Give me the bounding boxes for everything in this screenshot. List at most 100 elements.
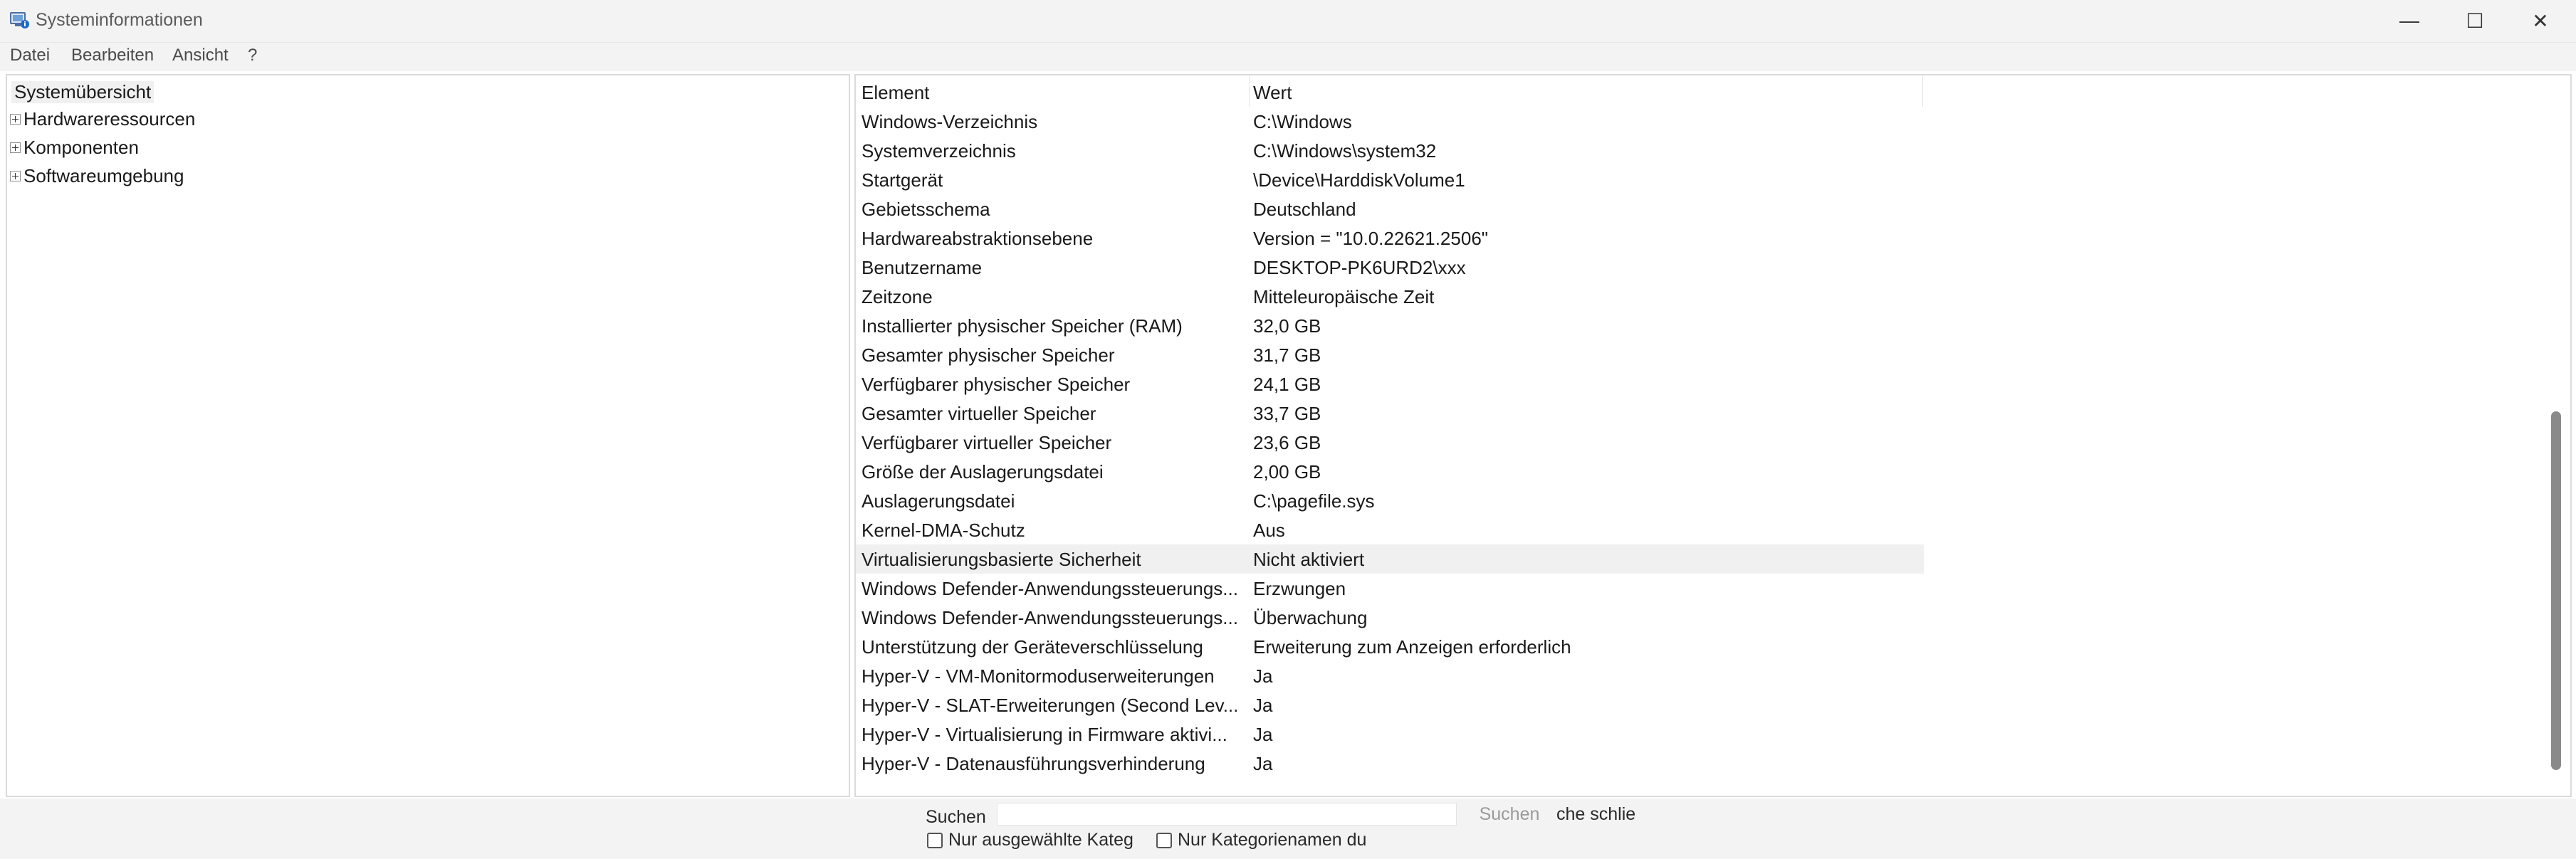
menu-help[interactable]: ?	[248, 46, 257, 65]
expand-icon[interactable]	[10, 114, 21, 125]
cell-value: Ja	[1253, 724, 1273, 745]
column-divider[interactable]	[1922, 75, 1923, 107]
cell-value: 31,7 GB	[1253, 344, 1321, 366]
table-row[interactable]: Hyper-V - VM-Monitormoduserweiterungen Ja	[856, 661, 1924, 690]
table-row[interactable]: Systemverzeichnis C:\Windows\system32	[856, 136, 1924, 165]
scrollbar-thumb[interactable]	[2551, 411, 2561, 770]
checkbox-label: Nur ausgewählte Kateg	[948, 830, 1133, 850]
cell-element: Gesamter physischer Speicher	[862, 344, 1115, 366]
cell-element: Gesamter virtueller Speicher	[862, 403, 1096, 424]
table-row[interactable]: Unterstützung der Geräteverschlüsselung E…	[856, 632, 1924, 661]
details-list[interactable]: Element Wert Windows-Verzeichnis C:\Windo…	[854, 74, 2572, 797]
cell-value: Mitteleuropäische Zeit	[1253, 286, 1435, 307]
table-row[interactable]: Gesamter physischer Speicher 31,7 GB	[856, 340, 1924, 369]
cell-value: C:\Windows	[1253, 111, 1352, 132]
cell-element: Installierter physischer Speicher (RAM)	[862, 315, 1183, 337]
search-button[interactable]: Suchen	[1467, 801, 1552, 827]
cell-element: Kernel-DMA-Schutz	[862, 520, 1025, 541]
list-header: Element Wert	[856, 75, 1924, 107]
checkbox-selected-category[interactable]: Nur ausgewählte Kateg	[927, 830, 1148, 850]
cell-value: Version = "10.0.22621.2506"	[1253, 228, 1489, 249]
cell-element: Hyper-V - Datenausführungsverhinderung	[862, 753, 1205, 774]
tree-item-label: Hardwareressourcen	[23, 108, 196, 130]
cell-element: Gebietsschema	[862, 199, 990, 220]
table-row[interactable]: Kernel-DMA-Schutz Aus	[856, 515, 1924, 544]
cell-element: Virtualisierungsbasierte Sicherheit	[862, 549, 1141, 570]
column-divider[interactable]	[1249, 75, 1250, 107]
cell-value: Erzwungen	[1253, 578, 1346, 599]
cell-value: DESKTOP-PK6URD2\xxx	[1253, 257, 1466, 278]
table-row[interactable]: Auslagerungsdatei C:\pagefile.sys	[856, 486, 1924, 515]
cell-element: Windows Defender-Anwendungssteuerungs...	[862, 607, 1238, 628]
cell-value: 23,6 GB	[1253, 432, 1321, 453]
window-title: Systeminformationen	[36, 10, 203, 30]
cell-value: Aus	[1253, 520, 1285, 541]
cell-value: Überwachung	[1253, 607, 1368, 628]
table-row[interactable]: Hyper-V - Virtualisierung in Firmware ak…	[856, 720, 1924, 749]
menu-edit[interactable]: Bearbeiten	[71, 46, 154, 65]
tree-item-label: Softwareumgebung	[23, 165, 184, 186]
cell-element: Zeitzone	[862, 286, 933, 307]
table-row[interactable]: Startgerät \Device\HarddiskVolume1	[856, 165, 1924, 194]
cell-element: Verfügbarer virtueller Speicher	[862, 432, 1112, 453]
table-row[interactable]: Hyper-V - SLAT-Erweiterungen (Second Lev…	[856, 690, 1924, 720]
checkbox-category-names[interactable]: Nur Kategorienamen du	[1156, 830, 1377, 850]
search-label: Suchen	[926, 807, 986, 827]
table-row[interactable]: Gebietsschema Deutschland	[856, 194, 1924, 223]
cell-value: \Device\HarddiskVolume1	[1253, 169, 1465, 191]
column-header-element[interactable]: Element	[862, 82, 929, 104]
cell-element: Windows Defender-Anwendungssteuerungs...	[862, 578, 1238, 599]
title-bar[interactable]: Systeminformationen — ☐ ✕	[0, 0, 2576, 43]
cell-value: Ja	[1253, 665, 1273, 687]
menu-view[interactable]: Ansicht	[172, 46, 229, 65]
table-row[interactable]: Zeitzone Mitteleuropäische Zeit	[856, 282, 1924, 311]
cell-value: 32,0 GB	[1253, 315, 1321, 337]
cell-element: Größe der Auslagerungsdatei	[862, 461, 1104, 483]
cell-value: 24,1 GB	[1253, 374, 1321, 395]
close-search-button[interactable]: che schlie	[1556, 804, 1649, 827]
table-row[interactable]: Gesamter virtueller Speicher 33,7 GB	[856, 399, 1924, 428]
table-row[interactable]: Hardwareabstraktionsebene Version = "10.0…	[856, 223, 1924, 253]
table-row[interactable]: Virtualisierungsbasierte Sicherheit Nicht…	[856, 544, 1924, 574]
tree-item-software-environment[interactable]: Softwareumgebung	[10, 165, 184, 187]
table-row[interactable]: Hyper-V - Datenausführungsverhinderung Ja	[856, 749, 1924, 778]
table-row[interactable]: Verfügbarer physischer Speicher 24,1 GB	[856, 369, 1924, 399]
close-button[interactable]: ✕	[2508, 0, 2573, 41]
list-rows: Windows-Verzeichnis C:\Windows Systemverze…	[856, 107, 1924, 778]
tree-item-components[interactable]: Komponenten	[10, 137, 139, 159]
cell-value: C:\pagefile.sys	[1253, 490, 1375, 512]
cell-element: Hyper-V - SLAT-Erweiterungen (Second Lev…	[862, 695, 1239, 716]
cell-element: Startgerät	[862, 169, 943, 191]
table-row[interactable]: Windows Defender-Anwendungssteuerungs...…	[856, 603, 1924, 632]
cell-element: Hardwareabstraktionsebene	[862, 228, 1094, 249]
table-row[interactable]: Windows Defender-Anwendungssteuerungs...…	[856, 574, 1924, 603]
cell-element: Benutzername	[862, 257, 983, 278]
cell-value: 2,00 GB	[1253, 461, 1321, 483]
cell-value: Erweiterung zum Anzeigen erforderlich	[1253, 636, 1571, 658]
cell-element: Systemverzeichnis	[862, 140, 1016, 162]
checkbox-icon[interactable]	[1156, 832, 1172, 848]
system-information-icon	[10, 11, 30, 30]
table-row[interactable]: Verfügbarer virtueller Speicher 23,6 GB	[856, 428, 1924, 457]
table-row[interactable]: Benutzername DESKTOP-PK6URD2\xxx	[856, 253, 1924, 282]
maximize-button[interactable]: ☐	[2442, 0, 2508, 41]
cell-element: Auslagerungsdatei	[862, 490, 1015, 512]
table-row[interactable]: Größe der Auslagerungsdatei 2,00 GB	[856, 457, 1924, 486]
checkbox-label: Nur Kategorienamen du	[1178, 830, 1367, 850]
checkbox-icon[interactable]	[927, 832, 943, 848]
table-row[interactable]: Installierter physischer Speicher (RAM) 3…	[856, 311, 1924, 340]
category-tree[interactable]: Systemübersicht Hardwareressourcen Kompo…	[6, 74, 850, 797]
cell-value: 33,7 GB	[1253, 403, 1321, 424]
cell-element: Unterstützung der Geräteverschlüsselung	[862, 636, 1203, 658]
minimize-button[interactable]: —	[2377, 0, 2442, 41]
tree-item-hardware-resources[interactable]: Hardwareressourcen	[10, 108, 195, 130]
table-row[interactable]: Windows-Verzeichnis C:\Windows	[856, 107, 1924, 136]
tree-item-system-summary[interactable]: Systemübersicht	[11, 81, 155, 103]
menu-file[interactable]: Datei	[10, 46, 50, 65]
expand-icon[interactable]	[10, 171, 21, 181]
column-header-value[interactable]: Wert	[1253, 82, 1292, 104]
cell-value: Ja	[1253, 753, 1273, 774]
expand-icon[interactable]	[10, 142, 21, 153]
search-input[interactable]	[997, 803, 1457, 826]
cell-element: Hyper-V - Virtualisierung in Firmware ak…	[862, 724, 1227, 745]
